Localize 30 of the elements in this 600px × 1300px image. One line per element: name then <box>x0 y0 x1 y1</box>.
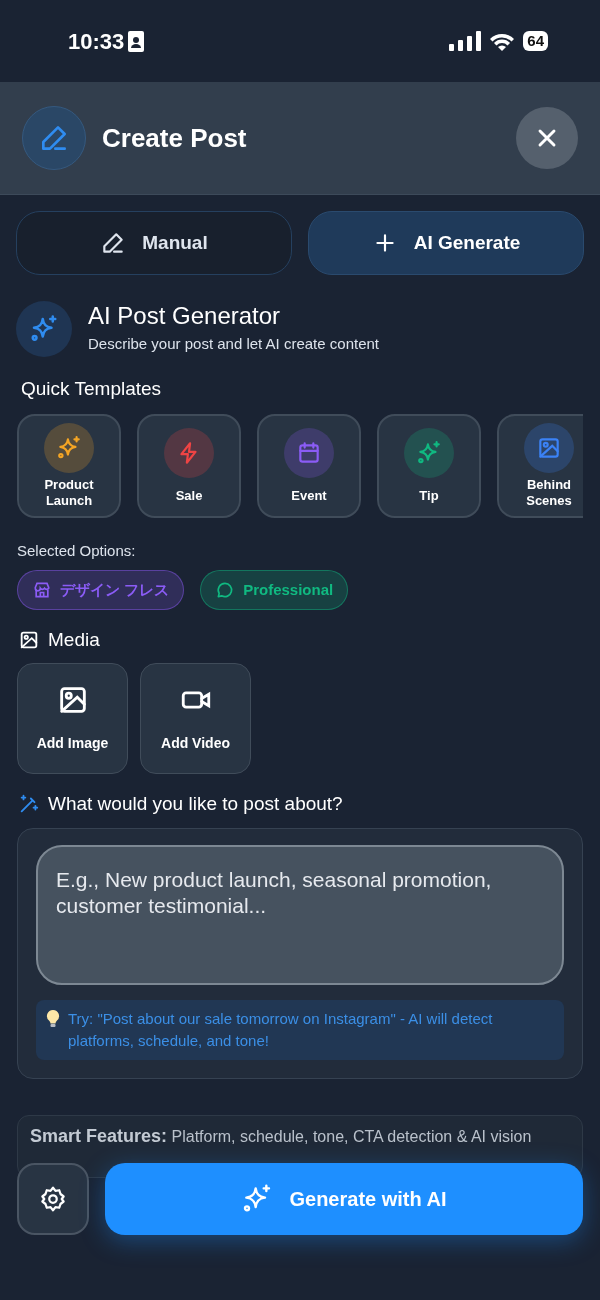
store-icon <box>32 580 52 600</box>
screen-title: Create Post <box>102 121 247 155</box>
section-heading: Quick Templates <box>21 377 163 401</box>
settings-button[interactable] <box>17 1163 89 1235</box>
template-button[interactable]: Product Launch <box>17 413 121 518</box>
signal-icon <box>449 31 482 51</box>
template-button[interactable]: Tip <box>377 413 481 518</box>
battery-level: 64 <box>523 31 548 51</box>
template-button[interactable]: Event <box>257 413 361 518</box>
contact-card-icon <box>128 30 145 52</box>
media-button[interactable]: Add Video <box>140 662 251 774</box>
section-subtitle: Describe your post and let AI create content <box>88 333 379 354</box>
lightbulb-icon <box>46 1009 60 1029</box>
wifi-icon <box>489 31 516 51</box>
status-time: 10:33 <box>68 27 125 56</box>
mode-tab[interactable]: Manual <box>16 211 292 275</box>
media-button[interactable]: Add Image <box>17 662 128 774</box>
template-button[interactable]: Sale <box>137 413 241 518</box>
selected-options-label: Selected Options: <box>17 540 137 561</box>
section-title: AI Post Generator <box>88 302 282 329</box>
sparkles-icon <box>29 314 59 344</box>
mode-tab[interactable]: AI Generate <box>308 211 584 275</box>
prompt-field[interactable]: E.g., New product launch, seasonal promotion, customer testimonial... <box>36 845 564 985</box>
template-button[interactable]: Behind Scenes <box>497 413 583 518</box>
section-heading: What would you like to post about? <box>48 791 343 816</box>
section-heading: Media <box>48 628 100 652</box>
option-chip[interactable]: Professional <box>200 570 349 610</box>
tip-text: Try: "Post about our sale tomorrow on Instagram" - AI will detect platforms, schedule, and tone! <box>68 1009 494 1051</box>
magic-wand-icon <box>18 792 40 815</box>
settings-icon <box>38 1184 68 1214</box>
